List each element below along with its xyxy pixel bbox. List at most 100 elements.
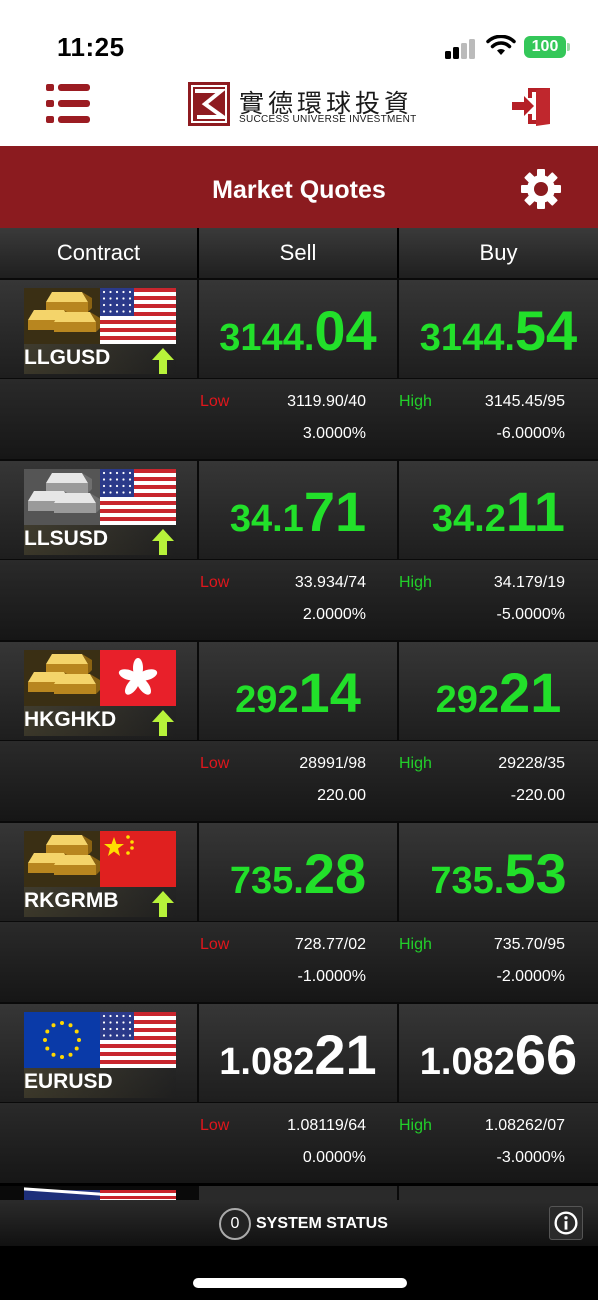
low-value: 28991/98 (299, 755, 366, 772)
sell-price-button[interactable]: 3144.04 (199, 280, 397, 378)
quote-row-main: EURUSD 1.08221 1.08266 (0, 1002, 598, 1103)
gold-icon (24, 288, 100, 349)
gold-icon (24, 650, 100, 711)
quote-row[interactable]: RKGRMB 735.28 735.53 Low 728.77/02 -1.0000% Hi… (0, 821, 598, 1002)
sell-price-button[interactable]: 1.08221 (199, 1004, 397, 1102)
sell-price-pips: 71 (303, 480, 367, 543)
quote-row-detail: Low 33.934/74 2.0000% High 34.179/19 -5.0000% (0, 560, 598, 640)
sell-price: 735.28 (199, 841, 397, 906)
home-indicator (193, 1278, 407, 1288)
sell-price-pips: 04 (314, 299, 377, 362)
menu-button[interactable] (46, 84, 90, 124)
buy-price-prefix: 3144. (419, 317, 515, 359)
info-icon[interactable] (549, 1206, 583, 1240)
quote-row[interactable]: HKGHKD 29214 29221 Low 28991/98 220.00 High 292… (0, 640, 598, 821)
gold-icon (24, 831, 100, 892)
contract-icon (24, 650, 176, 706)
sell-change: 220.00 (317, 787, 366, 804)
buy-price-button[interactable]: 3144.54 (399, 280, 598, 378)
buy-price-pips: 21 (499, 661, 562, 724)
high-value: 29228/35 (498, 755, 565, 772)
logo-english-text: SUCCESS UNIVERSE INVESTMENT (239, 114, 417, 125)
buy-price-button[interactable]: 29221 (399, 642, 598, 740)
contract-cell[interactable]: LLSUSD (0, 461, 197, 559)
contract-code: LLSUSD (24, 527, 108, 550)
up-arrow-icon (152, 710, 174, 736)
sell-price-prefix: 3144. (219, 317, 315, 359)
system-status-count[interactable]: 0 (219, 1208, 251, 1240)
buy-price-prefix: 735. (430, 860, 505, 902)
quote-row-detail: Low 28991/98 220.00 High 29228/35 -220.00 (0, 741, 598, 821)
sell-price: 34.171 (199, 479, 397, 544)
quote-row[interactable]: LLSUSD 34.171 34.211 Low 33.934/74 2.0000% Hig… (0, 459, 598, 640)
quote-row-main: LLSUSD 34.171 34.211 (0, 459, 598, 560)
buy-price: 34.211 (399, 479, 598, 544)
low-label: Low (200, 1117, 230, 1134)
low-label: Low (200, 755, 230, 772)
sell-price-pips: 14 (298, 661, 361, 724)
sell-price-button[interactable]: 735.28 (199, 823, 397, 921)
status-bar: 11:25 100 (0, 0, 598, 72)
contract-cell[interactable]: LLGUSD (0, 280, 197, 378)
contract-code: HKGHKD (24, 708, 117, 731)
quote-row-detail: Low 3119.90/40 3.0000% High 3145.45/95 -6.000… (0, 379, 598, 459)
us-flag-icon (100, 469, 176, 530)
high-label: High (399, 755, 432, 772)
eu-icon (24, 1012, 100, 1073)
sell-price-button[interactable]: 34.171 (199, 461, 397, 559)
contract-cell[interactable]: EURUSD (0, 1004, 197, 1102)
sell-price-pips: 28 (303, 842, 367, 905)
quote-row-main: RKGRMB 735.28 735.53 (0, 821, 598, 922)
low-value: 3119.90/40 (287, 393, 366, 410)
sell-price: 29214 (199, 660, 397, 725)
title-bar: Market Quotes (0, 146, 598, 228)
contract-code: RKGRMB (24, 889, 119, 912)
buy-change: -3.0000% (496, 1149, 566, 1166)
quote-row[interactable]: EURUSD 1.08221 1.08266 Low 1.08119/64 0.0000%… (0, 1002, 598, 1183)
quote-row-partial (0, 1186, 598, 1200)
low-label: Low (200, 574, 230, 591)
high-value: 3145.45/95 (484, 393, 565, 410)
system-status-label[interactable]: SYSTEM STATUS (256, 1215, 388, 1233)
quote-row-main: LLGUSD 3144.04 3144.54 (0, 278, 598, 379)
exit-door-icon[interactable] (510, 84, 554, 128)
sell-price-prefix: 292 (235, 679, 299, 721)
buy-price-button[interactable]: 34.211 (399, 461, 598, 559)
sell-price-button[interactable]: 29214 (199, 642, 397, 740)
buy-price-pips: 53 (504, 842, 567, 905)
high-value: 735.70/95 (493, 936, 565, 953)
page-title: Market Quotes (212, 176, 386, 204)
buy-change: -2.0000% (496, 968, 566, 985)
sell-price-pips: 21 (314, 1023, 377, 1086)
buy-price: 1.08266 (399, 1022, 598, 1087)
quote-row[interactable]: LLGUSD 3144.04 3144.54 Low 3119.90/40 3.0000%… (0, 278, 598, 459)
quote-row-main: HKGHKD 29214 29221 (0, 640, 598, 741)
contract-cell[interactable]: RKGRMB (0, 823, 197, 921)
system-status-bar: 0 SYSTEM STATUS (0, 1200, 598, 1246)
sell-change: 3.0000% (302, 425, 366, 442)
buy-price-pips: 54 (514, 299, 578, 362)
silver-icon (24, 469, 100, 530)
sell-price-prefix: 34.1 (229, 498, 304, 540)
gear-icon[interactable] (520, 168, 562, 210)
buy-price-pips: 66 (514, 1023, 578, 1086)
hk-flag-icon (100, 650, 176, 711)
us-flag-icon (100, 1012, 176, 1073)
contract-cell[interactable]: HKGHKD (0, 642, 197, 740)
contract-icon (24, 288, 176, 344)
buy-price-button[interactable]: 735.53 (399, 823, 598, 921)
sell-change: -1.0000% (297, 968, 367, 985)
wifi-icon (486, 35, 516, 55)
buy-price-button[interactable]: 1.08266 (399, 1004, 598, 1102)
footer: 0 SYSTEM STATUS (0, 1200, 598, 1300)
buy-price: 3144.54 (399, 298, 598, 363)
sell-price-prefix: 735. (229, 860, 304, 902)
high-value: 34.179/19 (493, 574, 565, 591)
up-arrow-icon (152, 529, 174, 555)
cellular-signal-icon (445, 37, 477, 59)
up-arrow-icon (152, 891, 174, 917)
buy-change: -6.0000% (496, 425, 566, 442)
low-value: 33.934/74 (294, 574, 366, 591)
buy-change: -5.0000% (496, 606, 566, 623)
status-time: 11:25 (57, 32, 125, 62)
